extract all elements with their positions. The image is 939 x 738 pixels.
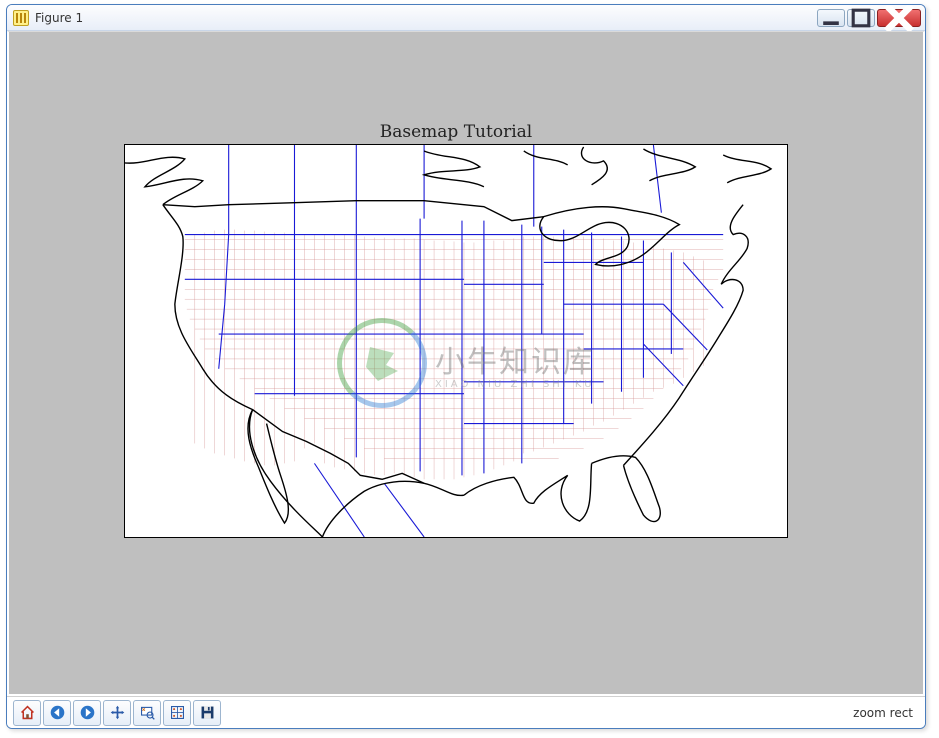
minimize-icon — [818, 5, 844, 31]
arrow-left-icon — [49, 704, 66, 721]
pan-button[interactable] — [103, 700, 131, 726]
configure-subplots-button[interactable] — [163, 700, 191, 726]
figure-window: Figure 1 Basemap Tutorial — [6, 4, 926, 729]
arrow-right-icon — [79, 704, 96, 721]
canvas-area[interactable]: Basemap Tutorial — [7, 31, 925, 696]
matplotlib-icon — [13, 10, 29, 26]
move-icon — [109, 704, 126, 721]
window-controls — [817, 9, 921, 27]
titlebar: Figure 1 — [7, 5, 925, 31]
counties-layer — [185, 230, 723, 480]
home-button[interactable] — [13, 700, 41, 726]
zoom-rect-icon — [139, 704, 156, 721]
back-button[interactable] — [43, 700, 71, 726]
coast-layer — [125, 147, 771, 537]
map-svg — [125, 145, 787, 537]
minimize-button[interactable] — [817, 9, 845, 27]
map-axes — [124, 144, 788, 538]
maximize-icon — [848, 5, 874, 31]
home-icon — [19, 704, 36, 721]
nav-toolbar: zoom rect — [7, 696, 925, 728]
plot-title: Basemap Tutorial — [124, 122, 788, 142]
close-button[interactable] — [877, 9, 921, 27]
save-button[interactable] — [193, 700, 221, 726]
subplots-icon — [169, 704, 186, 721]
forward-button[interactable] — [73, 700, 101, 726]
status-text: zoom rect — [853, 706, 919, 720]
zoom-button[interactable] — [133, 700, 161, 726]
save-icon — [199, 704, 216, 721]
window-title: Figure 1 — [35, 11, 817, 25]
maximize-button[interactable] — [847, 9, 875, 27]
